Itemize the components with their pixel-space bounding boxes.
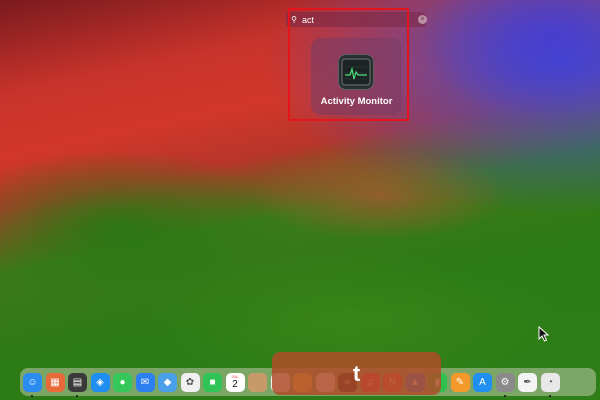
calculator-glyph: ▤ xyxy=(72,376,83,388)
mail-icon[interactable]: ✉ xyxy=(135,372,155,392)
finder-glyph: ☺ xyxy=(27,376,38,388)
photos-icon[interactable]: ✿ xyxy=(180,372,200,392)
app-store-glyph: A xyxy=(479,376,486,388)
pages-icon[interactable]: ✎ xyxy=(450,372,470,392)
app-store-icon[interactable]: A xyxy=(473,372,492,392)
facetime-glyph: ■ xyxy=(209,376,216,388)
system-settings-glyph: ⚙ xyxy=(500,376,510,388)
pages-glyph: ✎ xyxy=(455,376,465,388)
calendar-icon[interactable]: JUL 2 xyxy=(225,372,245,392)
messages-glyph: ● xyxy=(119,376,126,388)
finder-icon[interactable]: ☺ xyxy=(23,372,42,397)
facetime-icon[interactable]: ■ xyxy=(203,372,222,392)
safari-icon[interactable]: ◈ xyxy=(90,372,110,392)
launchpad-icon[interactable]: ▦ xyxy=(45,372,65,392)
photos-glyph: ✿ xyxy=(185,376,195,388)
typed-key-label: t xyxy=(352,360,361,386)
running-indicator xyxy=(548,394,551,397)
annotation-highlight-box xyxy=(288,8,409,121)
launchpad-glyph: ▦ xyxy=(50,376,60,388)
preview-glyph: ◔ xyxy=(546,376,554,388)
wallpaper-shape xyxy=(250,150,510,240)
maps-icon[interactable]: ◆ xyxy=(158,372,177,392)
wallpaper-shape xyxy=(420,0,600,120)
mouse-cursor-icon xyxy=(538,326,550,342)
messages-icon[interactable]: ● xyxy=(113,372,132,392)
keystroke-overlay: t xyxy=(272,352,441,395)
clear-icon[interactable]: × xyxy=(418,15,427,24)
contacts-icon[interactable] xyxy=(248,372,267,392)
safari-glyph: ◈ xyxy=(96,376,104,388)
running-indicator xyxy=(76,394,78,397)
textedit-icon[interactable]: ✒ xyxy=(518,372,537,392)
mail-glyph: ✉ xyxy=(140,376,150,388)
calendar-day-label: 2 xyxy=(232,379,238,390)
textedit-glyph: ✒ xyxy=(523,376,532,388)
running-indicator xyxy=(503,394,506,397)
maps-glyph: ◆ xyxy=(163,376,172,388)
preview-icon[interactable]: ◔ xyxy=(540,372,560,397)
calculator-icon[interactable]: ▤ xyxy=(68,372,87,397)
system-settings-icon[interactable]: ⚙ xyxy=(495,372,515,397)
running-indicator xyxy=(31,394,33,397)
